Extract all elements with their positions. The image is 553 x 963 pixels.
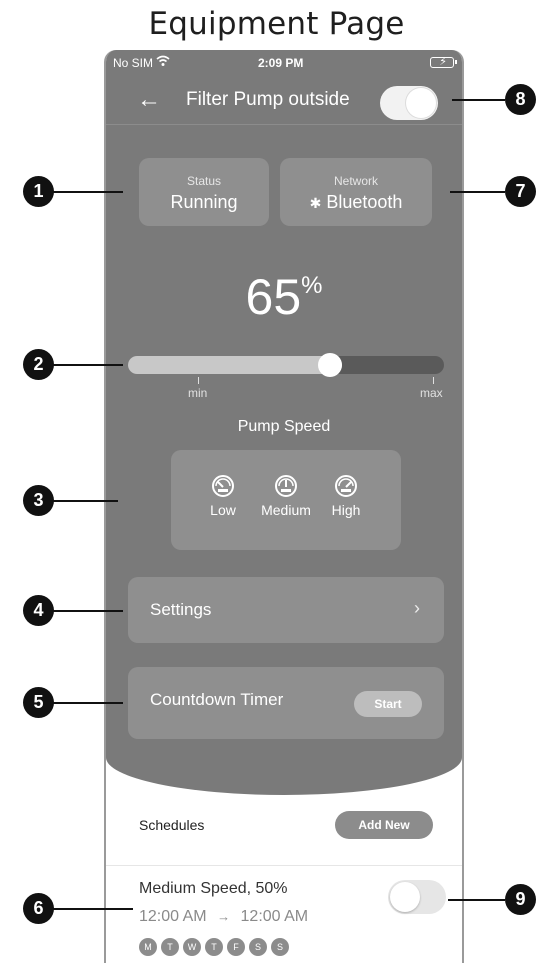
callout-1: 1 bbox=[23, 176, 54, 207]
day-friday: F bbox=[227, 938, 245, 956]
speed-slider[interactable] bbox=[128, 353, 444, 377]
callout-7: 7 bbox=[505, 176, 536, 207]
min-tick bbox=[198, 377, 199, 384]
page-title: Filter Pump outside bbox=[186, 89, 350, 110]
schedule-time: 12:00 AM → 12:00 AM bbox=[139, 908, 308, 926]
carrier-label: No SIM bbox=[113, 56, 154, 70]
callout-line-1 bbox=[53, 191, 123, 193]
callout-5: 5 bbox=[23, 687, 54, 718]
network-value: Bluetooth bbox=[326, 192, 403, 212]
arrow-left-icon[interactable]: ← bbox=[137, 86, 161, 114]
callout-line-2 bbox=[53, 364, 123, 366]
page-heading: Equipment Page bbox=[148, 6, 405, 42]
speed-percent: 65% bbox=[106, 268, 462, 326]
gauge-medium-icon bbox=[275, 475, 297, 497]
callout-line-9 bbox=[448, 899, 505, 901]
status-bar: No SIM 2:09 PM ⚡ bbox=[106, 55, 462, 72]
day-thursday: T bbox=[205, 938, 223, 956]
speed-low-button[interactable]: Low bbox=[193, 474, 253, 518]
chevron-right-icon: › bbox=[414, 598, 420, 618]
speed-presets: Low Medium High bbox=[171, 450, 401, 550]
schedule-days: MTWTFSS bbox=[139, 938, 293, 956]
status-card: Status Running bbox=[139, 158, 269, 226]
callout-line-5 bbox=[53, 702, 123, 704]
gauge-high-icon bbox=[335, 475, 357, 497]
day-sunday: S bbox=[271, 938, 289, 956]
day-saturday: S bbox=[249, 938, 267, 956]
divider bbox=[106, 865, 462, 866]
nav-bar: ← Filter Pump outside bbox=[106, 80, 462, 125]
callout-6: 6 bbox=[23, 893, 54, 924]
slider-fill bbox=[128, 356, 342, 374]
bluetooth-icon: ✱ bbox=[309, 195, 322, 211]
min-label: min bbox=[188, 386, 208, 400]
speed-unit: % bbox=[301, 272, 323, 299]
network-value-row: ✱ Bluetooth bbox=[280, 192, 432, 213]
max-tick bbox=[433, 377, 434, 384]
day-wednesday: W bbox=[183, 938, 201, 956]
network-label: Network bbox=[333, 174, 378, 188]
callout-9: 9 bbox=[505, 884, 536, 915]
add-schedule-button[interactable]: Add New bbox=[335, 811, 433, 839]
schedule-start: 12:00 AM bbox=[139, 908, 207, 925]
settings-row[interactable]: Settings › bbox=[128, 577, 444, 643]
power-toggle[interactable] bbox=[380, 86, 438, 120]
speed-high-label: High bbox=[331, 502, 361, 518]
speed-low-label: Low bbox=[210, 502, 236, 518]
phone-screen: No SIM 2:09 PM ⚡ ← Filter Pump outside S… bbox=[104, 50, 464, 963]
schedule-title: Medium Speed, 50% bbox=[139, 880, 288, 897]
gauge-low-icon bbox=[212, 475, 234, 497]
charging-icon: ⚡ bbox=[439, 56, 447, 68]
callout-line-4 bbox=[53, 610, 123, 612]
pump-speed-title: Pump Speed bbox=[237, 418, 331, 435]
speed-medium-button[interactable]: Medium bbox=[256, 474, 316, 518]
status-value: Running bbox=[170, 192, 238, 212]
arrow-right-icon: → bbox=[217, 909, 231, 924]
network-card[interactable]: Network ✱ Bluetooth bbox=[280, 158, 432, 226]
settings-label: Settings bbox=[150, 600, 212, 619]
wifi-icon bbox=[156, 55, 170, 70]
max-label: max bbox=[420, 386, 443, 400]
speed-value: 65 bbox=[245, 269, 302, 325]
callout-2: 2 bbox=[23, 349, 54, 380]
callout-3: 3 bbox=[23, 485, 54, 516]
slider-thumb[interactable] bbox=[317, 353, 342, 377]
callout-4: 4 bbox=[23, 595, 54, 626]
callout-8: 8 bbox=[505, 84, 536, 115]
day-monday: M bbox=[139, 938, 157, 956]
toggle-knob bbox=[406, 88, 436, 118]
speed-high-button[interactable]: High bbox=[316, 474, 376, 518]
callout-line-6 bbox=[53, 908, 133, 910]
callout-line-7 bbox=[450, 191, 505, 193]
start-timer-button[interactable]: Start bbox=[354, 691, 422, 717]
countdown-label: Countdown Timer bbox=[150, 690, 284, 709]
day-tuesday: T bbox=[161, 938, 179, 956]
schedule-end: 12:00 AM bbox=[240, 908, 309, 925]
callout-line-8 bbox=[452, 99, 505, 101]
equipment-panel: No SIM 2:09 PM ⚡ ← Filter Pump outside S… bbox=[106, 50, 462, 795]
speed-medium-label: Medium bbox=[261, 502, 311, 518]
toggle-knob bbox=[390, 882, 420, 912]
clock-time: 2:09 PM bbox=[258, 56, 304, 70]
schedules-title: Schedules bbox=[139, 817, 205, 833]
countdown-row: Countdown Timer Start bbox=[128, 667, 444, 739]
schedule-toggle[interactable] bbox=[388, 880, 446, 914]
status-label: Status bbox=[186, 174, 222, 188]
callout-line-3 bbox=[53, 500, 118, 502]
